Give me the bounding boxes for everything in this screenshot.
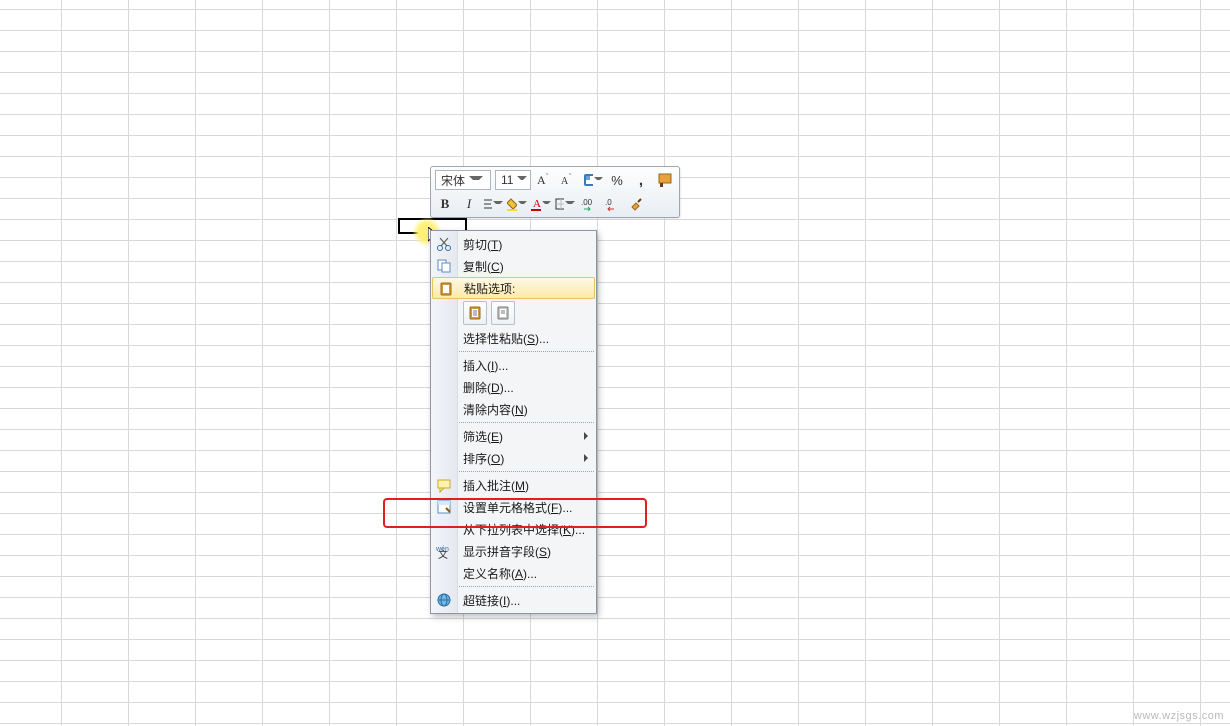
increase-decimal-button[interactable]: .00 xyxy=(579,194,599,214)
bold-button[interactable]: B xyxy=(435,194,455,214)
menu-item-paste-special[interactable]: 选择性粘贴(S)... xyxy=(431,327,596,349)
format-cells-icon xyxy=(436,499,452,515)
clipboard-icon xyxy=(438,281,454,297)
menu-separator xyxy=(459,422,594,423)
svg-text:A: A xyxy=(537,173,546,187)
menu-item-insert[interactable]: 插入(I)... xyxy=(431,354,596,376)
menu-item-cut[interactable]: 剪切(T) xyxy=(431,233,596,255)
submenu-arrow-icon xyxy=(584,454,588,462)
decrease-decimal-button[interactable]: .0 xyxy=(603,194,623,214)
spreadsheet-grid[interactable] xyxy=(0,0,1230,726)
menu-item-delete[interactable]: 删除(D)... xyxy=(431,376,596,398)
svg-text:文: 文 xyxy=(438,548,448,559)
chevron-down-icon xyxy=(517,176,527,184)
context-menu: 剪切(T) 复制(C) 粘贴选项: 选择性粘贴(S)... 插入(I)... 删… xyxy=(430,230,597,614)
format-painter-button[interactable] xyxy=(655,170,675,190)
increase-font-button[interactable]: Aˆ xyxy=(535,170,555,190)
menu-item-filter[interactable]: 筛选(E) xyxy=(431,425,596,447)
submenu-arrow-icon xyxy=(584,432,588,440)
svg-text:ˇ: ˇ xyxy=(569,174,572,181)
svg-text:A: A xyxy=(561,176,569,187)
paste-option-values[interactable] xyxy=(491,301,515,325)
currency-button[interactable] xyxy=(583,170,603,190)
menu-separator xyxy=(459,471,594,472)
menu-separator xyxy=(459,586,594,587)
menu-item-paste-options[interactable]: 粘贴选项: xyxy=(432,277,595,299)
watermark: www.wzjsgs.com xyxy=(1134,710,1224,722)
phonetic-icon: wén文 xyxy=(436,543,452,559)
chevron-down-icon xyxy=(469,176,483,184)
borders-button[interactable] xyxy=(555,194,575,214)
menu-item-copy[interactable]: 复制(C) xyxy=(431,255,596,277)
menu-separator xyxy=(459,351,594,352)
font-name-combo[interactable]: 宋体 xyxy=(435,170,491,190)
menu-item-insert-comment[interactable]: 插入批注(M) xyxy=(431,474,596,496)
paste-option-normal[interactable] xyxy=(463,301,487,325)
svg-text:A: A xyxy=(533,198,541,210)
menu-item-sort[interactable]: 排序(O) xyxy=(431,447,596,469)
font-color-button[interactable]: A xyxy=(531,194,551,214)
align-button[interactable] xyxy=(483,194,503,214)
menu-item-show-phonetic[interactable]: wén文 显示拼音字段(S) xyxy=(431,540,596,562)
font-size-combo[interactable]: 11 xyxy=(495,170,531,190)
svg-text:.00: .00 xyxy=(581,198,593,207)
decrease-font-button[interactable]: Aˇ xyxy=(559,170,579,190)
comment-icon xyxy=(436,477,452,493)
menu-item-define-name[interactable]: 定义名称(A)... xyxy=(431,562,596,584)
italic-button[interactable]: I xyxy=(459,194,479,214)
menu-item-clear[interactable]: 清除内容(N) xyxy=(431,398,596,420)
comma-style-button[interactable]: , xyxy=(631,170,651,190)
menu-item-pick-from-list[interactable]: 从下拉列表中选择(K)... xyxy=(431,518,596,540)
format-painter-brush-icon[interactable] xyxy=(627,194,647,214)
menu-item-hyperlink[interactable]: 超链接(I)... xyxy=(431,589,596,611)
copy-icon xyxy=(436,258,452,274)
paste-options-row xyxy=(431,299,596,327)
fill-color-button[interactable] xyxy=(507,194,527,214)
mini-toolbar: 宋体 11 Aˆ Aˇ % , B I A xyxy=(430,166,680,218)
font-name-value: 宋体 xyxy=(441,172,465,189)
percent-button[interactable]: % xyxy=(607,170,627,190)
cut-icon xyxy=(436,236,452,252)
menu-item-format-cells[interactable]: 设置单元格格式(F)... xyxy=(431,496,596,518)
svg-text:ˆ: ˆ xyxy=(546,174,549,181)
font-size-value: 11 xyxy=(501,173,513,187)
hyperlink-icon xyxy=(436,592,452,608)
svg-text:.0: .0 xyxy=(605,198,612,207)
